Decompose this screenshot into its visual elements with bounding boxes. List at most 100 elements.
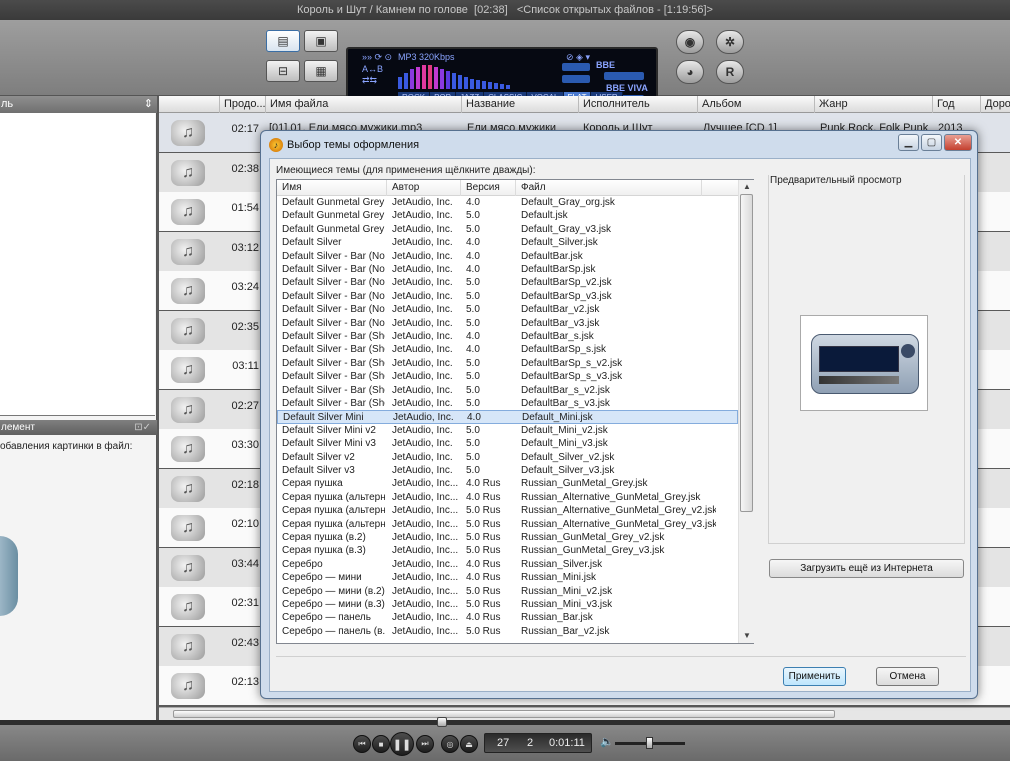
seek-bar[interactable] xyxy=(0,720,1010,725)
theme-row[interactable]: Default Silver - Bar (Shor... JetAudio, I… xyxy=(277,357,738,370)
theme-version: 5.0 Rus xyxy=(466,518,501,530)
theme-row[interactable]: Default Silver JetAudio, Inc. 4.0 Default_S… xyxy=(277,236,738,249)
scroll-up-icon[interactable]: ▲ xyxy=(739,180,755,194)
themes-scroll-thumb[interactable] xyxy=(740,194,753,512)
themes-list-header: Имя Автор Версия Файл xyxy=(277,180,738,196)
theme-row[interactable]: Серебро — панель JetAudio, Inc.... 4.0 Rus… xyxy=(277,611,738,624)
mini-view-button[interactable]: ⊟ xyxy=(266,60,300,82)
col-artist[interactable]: Исполнитель xyxy=(578,96,697,113)
seek-knob[interactable] xyxy=(437,717,447,727)
theme-row[interactable]: Default Gunmetal Grey JetAudio, Inc. 4.0 De… xyxy=(277,196,738,209)
repeat-button[interactable]: ◎ xyxy=(441,735,459,753)
theme-file: DefaultBarSp.jsk xyxy=(521,264,596,275)
stop-button[interactable]: ■ xyxy=(372,735,390,753)
theme-row[interactable]: Default Silver v2 JetAudio, Inc. 5.0 Defaul… xyxy=(277,451,738,464)
visual-button[interactable]: ◕ xyxy=(676,60,704,84)
maximize-button[interactable]: ▢ xyxy=(921,134,942,151)
settings-button[interactable]: ✲ xyxy=(716,30,744,54)
theme-file: Russian_GunMetal_Grey.jsk xyxy=(521,478,648,490)
sort-arrows-icon[interactable]: ⇕ xyxy=(144,96,153,113)
col-title[interactable]: Название xyxy=(461,96,578,113)
theme-row[interactable]: Default Silver Mini JetAudio, Inc. 4.0 Defa… xyxy=(277,410,738,424)
themes-vertical-scrollbar[interactable]: ▲ ▼ xyxy=(738,180,754,643)
dialog-titlebar: ♪ Выбор темы оформления ▁ ▢ ✕ xyxy=(261,131,977,157)
scrollbar-thumb[interactable] xyxy=(173,710,835,718)
theme-row[interactable]: Серебро — мини JetAudio, Inc.... 4.0 Rus Ru… xyxy=(277,571,738,584)
next-button[interactable]: ⏭ xyxy=(416,735,434,753)
col-theme-name[interactable]: Имя xyxy=(277,180,387,196)
theme-row[interactable]: Default Silver v3 JetAudio, Inc. 5.0 Defaul… xyxy=(277,464,738,477)
theme-row[interactable]: Default Silver - Bar (Nor... JetAudio, In… xyxy=(277,250,738,263)
playlist-view-button[interactable]: ▤ xyxy=(266,30,300,52)
theme-row[interactable]: Серая пушка (в.3) JetAudio, Inc.... 5.0 Ru… xyxy=(277,544,738,557)
pause-button[interactable]: ❚❚ xyxy=(390,732,414,756)
col-genre[interactable]: Жанр xyxy=(814,96,932,113)
track-duration: 02:17 xyxy=(231,123,259,135)
close-button[interactable]: ✕ xyxy=(944,134,972,151)
theme-row[interactable]: Default Silver - Bar (Shor... JetAudio, I… xyxy=(277,343,738,356)
theme-row[interactable]: Default Gunmetal Grey v2 JetAudio, Inc. 5.… xyxy=(277,209,738,222)
theme-name: Серебро xyxy=(282,558,323,570)
minimize-button[interactable]: ▁ xyxy=(898,134,919,151)
theme-file: Default.jsk xyxy=(521,210,568,222)
theme-file: Russian_Alternative_GunMetal_Grey_v3.jsk xyxy=(521,518,716,530)
theme-file: Russian_Mini.jsk xyxy=(521,572,597,584)
col-track[interactable]: Дорож xyxy=(980,96,1010,113)
theme-row[interactable]: Default Silver - Bar (Nor... JetAudio, In… xyxy=(277,263,738,276)
theme-row[interactable]: Default Silver Mini v3 JetAudio, Inc. 5.0 D… xyxy=(277,437,738,450)
volume-knob[interactable] xyxy=(646,737,653,749)
lcd-slider-1[interactable] xyxy=(562,63,590,71)
apply-button[interactable]: Применить xyxy=(783,667,846,686)
col-album[interactable]: Альбом xyxy=(697,96,814,113)
theme-row[interactable]: Default Silver - Bar (Nor... JetAudio, In… xyxy=(277,303,738,316)
theme-row[interactable]: Default Silver - Bar (Shor... JetAudio, I… xyxy=(277,397,738,410)
theme-row[interactable]: Серая пушка (в.2) JetAudio, Inc.... 5.0 Ru… xyxy=(277,531,738,544)
theme-row[interactable]: Серая пушка JetAudio, Inc.... 4.0 Rus Russi… xyxy=(277,477,738,490)
bbe-slider[interactable] xyxy=(604,72,644,80)
theme-row[interactable]: Серебро — панель (в.2) JetAudio, Inc.... 5… xyxy=(277,625,738,638)
register-button[interactable]: R xyxy=(716,60,744,84)
theme-name: Default Silver Mini xyxy=(283,412,364,424)
col-year[interactable]: Год xyxy=(932,96,980,113)
cancel-button[interactable]: Отмена xyxy=(876,667,939,686)
theme-file: DefaultBarSp_s.jsk xyxy=(521,344,607,356)
theme-row[interactable]: Default Silver Mini v2 JetAudio, Inc. 5.0 D… xyxy=(277,424,738,437)
previous-button[interactable]: ⏮ xyxy=(353,735,371,753)
jetaudio-icon: ♪ xyxy=(269,138,283,152)
track-duration: 03:12 xyxy=(231,241,259,254)
theme-file: Russian_Alternative_GunMetal_Grey.jsk xyxy=(521,491,701,503)
maximize-icon: ▢ xyxy=(926,137,937,148)
theme-row[interactable]: Серая пушка (альтерн... JetAudio, Inc....… xyxy=(277,504,738,517)
col-duration[interactable]: Продо... xyxy=(219,96,265,113)
speaker-icon[interactable]: 🔈 xyxy=(600,735,614,748)
theme-row[interactable]: Серая пушка (альтерн... JetAudio, Inc....… xyxy=(277,518,738,531)
theme-version: 4.0 xyxy=(466,344,480,356)
theme-row[interactable]: Default Gunmetal Grey v3 JetAudio, Inc. 5.… xyxy=(277,223,738,236)
eject-button[interactable]: ⏏ xyxy=(460,735,478,753)
theme-row[interactable]: Default Silver - Bar (Nor... JetAudio, In… xyxy=(277,276,738,289)
left-panel-list[interactable] xyxy=(0,113,155,416)
col-theme-author[interactable]: Автор xyxy=(387,180,461,196)
theme-row[interactable]: Серебро JetAudio, Inc.... 4.0 Rus Russian_S… xyxy=(277,558,738,571)
theme-row[interactable]: Default Silver - Bar (Shor... JetAudio, I… xyxy=(277,370,738,383)
theme-row[interactable]: Серебро — мини (в.2) JetAudio, Inc.... 5.0… xyxy=(277,585,738,598)
theme-row[interactable]: Default Silver - Bar (Shor... JetAudio, I… xyxy=(277,384,738,397)
lcd-slider-2[interactable] xyxy=(562,75,590,83)
theme-row[interactable]: Серая пушка (альтерн... JetAudio, Inc....… xyxy=(277,491,738,504)
calculator-button[interactable]: ▦ xyxy=(304,60,338,82)
themes-list[interactable]: Имя Автор Версия Файл Default Gunmetal G… xyxy=(276,179,754,644)
col-theme-file[interactable]: Файл xyxy=(516,180,702,196)
load-more-button[interactable]: Загрузить ещё из Интернета xyxy=(769,559,964,578)
scroll-down-icon[interactable]: ▼ xyxy=(739,629,755,643)
theme-row[interactable]: Default Silver - Bar (Nor... JetAudio, In… xyxy=(277,290,738,303)
playlist-horizontal-scrollbar[interactable] xyxy=(159,707,1010,720)
record-button[interactable]: ◉ xyxy=(676,30,704,54)
video-view-button[interactable]: ▣ xyxy=(304,30,338,52)
col-theme-version[interactable]: Версия xyxy=(461,180,516,196)
theme-row[interactable]: Default Silver - Bar (Short) JetAudio, In… xyxy=(277,330,738,343)
theme-author: JetAudio, Inc. xyxy=(392,371,453,383)
panel-options-icon[interactable]: ⊡✓ xyxy=(134,420,151,435)
theme-row[interactable]: Серебро — мини (в.3) JetAudio, Inc.... 5.0… xyxy=(277,598,738,611)
col-filename[interactable]: Имя файла xyxy=(265,96,461,113)
theme-row[interactable]: Default Silver - Bar (Nor... JetAudio, In… xyxy=(277,317,738,330)
